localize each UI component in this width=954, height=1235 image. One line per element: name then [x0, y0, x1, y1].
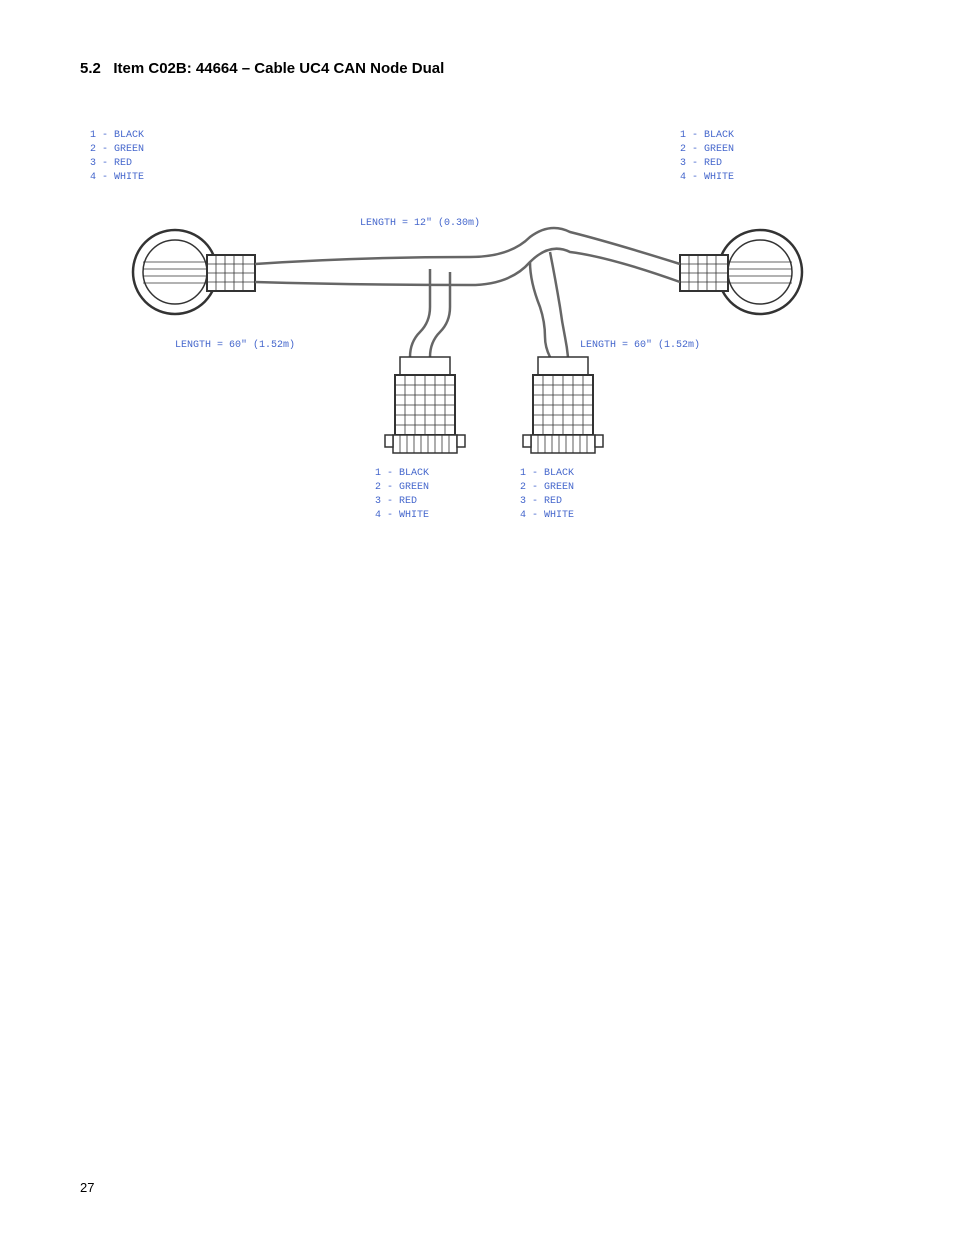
svg-text:2 - GREEN: 2 - GREEN — [680, 144, 734, 155]
left-wire-labels: 1 - BLACK — [90, 130, 144, 141]
length-right-label: LENGTH = 60" (1.52m) — [580, 339, 700, 351]
svg-text:3 - RED: 3 - RED — [375, 496, 417, 507]
svg-text:4 - WHITE: 4 - WHITE — [90, 172, 144, 183]
cable-diagram: 1 - BLACK 2 - GREEN 3 - RED 4 - WHITE 1 … — [80, 107, 874, 587]
svg-text:2 - GREEN: 2 - GREEN — [375, 482, 429, 493]
length-top-label: LENGTH = 12" (0.30m) — [360, 217, 480, 229]
page: 5.2 Item C02B: 44664 – Cable UC4 CAN Nod… — [0, 0, 954, 1235]
section-title: 5.2 Item C02B: 44664 – Cable UC4 CAN Nod… — [80, 60, 874, 77]
page-number: 27 — [80, 1180, 94, 1195]
right-wire-labels: 1 - BLACK — [680, 130, 734, 141]
svg-text:3 - RED: 3 - RED — [520, 496, 562, 507]
length-left-label: LENGTH = 60" (1.52m) — [175, 339, 295, 351]
svg-text:3 - RED: 3 - RED — [680, 158, 722, 169]
bottom-right-wire-labels: 1 - BLACK — [520, 468, 574, 479]
svg-text:4 - WHITE: 4 - WHITE — [680, 172, 734, 183]
section-number: 5.2 — [80, 60, 101, 77]
svg-text:2 - GREEN: 2 - GREEN — [520, 482, 574, 493]
svg-text:4 - WHITE: 4 - WHITE — [375, 510, 429, 521]
svg-text:2 - GREEN: 2 - GREEN — [90, 144, 144, 155]
section-heading: Item C02B: 44664 – Cable UC4 CAN Node Du… — [113, 60, 444, 77]
diagram-svg: 1 - BLACK 2 - GREEN 3 - RED 4 - WHITE 1 … — [80, 107, 870, 567]
bottom-left-wire-labels: 1 - BLACK — [375, 468, 429, 479]
svg-text:3 - RED: 3 - RED — [90, 158, 132, 169]
svg-text:4 - WHITE: 4 - WHITE — [520, 510, 574, 521]
